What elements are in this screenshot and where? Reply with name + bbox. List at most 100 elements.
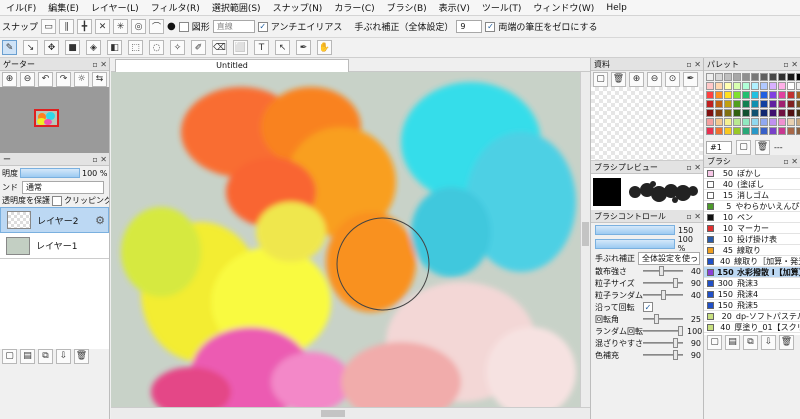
brush-size-bar[interactable]: [595, 225, 675, 235]
panel-controls-icon[interactable]: ▫ ✕: [783, 60, 800, 69]
menu-file[interactable]: イル(F): [0, 1, 42, 14]
snap-cross-icon[interactable]: ╋: [77, 19, 93, 34]
palette-swatch[interactable]: [733, 100, 741, 108]
palette-swatch[interactable]: [715, 100, 723, 108]
brush-list-item[interactable]: 150 飛沫5: [704, 300, 800, 311]
palette-swatch[interactable]: [751, 109, 759, 117]
palette-swatch[interactable]: [715, 127, 723, 135]
menu-window[interactable]: ウィンドウ(W): [527, 1, 600, 14]
menu-view[interactable]: 表示(V): [433, 1, 476, 14]
flip-icon[interactable]: ⇆: [92, 71, 107, 87]
new-folder-icon[interactable]: ▤: [20, 348, 35, 364]
palette-swatch[interactable]: [733, 73, 741, 81]
palette-index-select[interactable]: #1: [706, 140, 732, 154]
brush-param-slider[interactable]: [643, 278, 683, 288]
snap-off-icon[interactable]: ▭: [41, 19, 57, 34]
palette-swatch[interactable]: [787, 82, 795, 90]
menu-color[interactable]: カラー(C): [328, 1, 380, 14]
palette-swatch[interactable]: [778, 118, 786, 126]
eyedrop-icon[interactable]: ✒: [683, 71, 698, 87]
palette-swatch[interactable]: [787, 91, 795, 99]
palette-swatch[interactable]: [769, 91, 777, 99]
delete-brush-icon[interactable]: 🗑: [779, 334, 794, 350]
palette-swatch[interactable]: [706, 91, 714, 99]
pressure-checkbox[interactable]: ✓: [485, 21, 496, 32]
slider-knob[interactable]: [673, 350, 678, 360]
stabilizer-select[interactable]: 9: [456, 20, 483, 33]
palette-swatch[interactable]: [760, 109, 768, 117]
palette-swatch[interactable]: [724, 82, 732, 90]
arrow-tool-icon[interactable]: ↘: [23, 40, 38, 55]
zoom-in-icon[interactable]: ⊕: [2, 71, 17, 87]
palette-swatch[interactable]: [769, 127, 777, 135]
palette-swatch[interactable]: [787, 127, 795, 135]
palette-swatch[interactable]: [706, 82, 714, 90]
drawing-canvas[interactable]: [111, 72, 580, 407]
palette-swatch[interactable]: [778, 91, 786, 99]
palette-swatch[interactable]: [724, 109, 732, 117]
palette-swatch[interactable]: [742, 109, 750, 117]
zoom-in-icon[interactable]: ⊕: [629, 71, 644, 87]
menu-brush[interactable]: ブラシ(B): [381, 1, 433, 14]
rect-select-icon[interactable]: ⬚: [128, 40, 143, 55]
palette-swatch[interactable]: [760, 118, 768, 126]
brush-list-item[interactable]: 10 投げ掛け表: [704, 234, 800, 245]
brush-list-item[interactable]: 300 飛沫3: [704, 278, 800, 289]
magic-wand-icon[interactable]: ✧: [170, 40, 185, 55]
palette-swatch[interactable]: [715, 118, 723, 126]
delete-material-icon[interactable]: 🗑: [611, 71, 626, 87]
operation-tool-icon[interactable]: ↖: [275, 40, 290, 55]
palette-swatch[interactable]: [715, 82, 723, 90]
eyedropper-icon[interactable]: ✒: [296, 40, 311, 55]
slider-knob[interactable]: [659, 266, 664, 276]
palette-swatch[interactable]: [733, 91, 741, 99]
menu-help[interactable]: Help: [600, 3, 633, 13]
palette-swatch[interactable]: [769, 73, 777, 81]
palette-swatch[interactable]: [787, 73, 795, 81]
panel-controls-icon[interactable]: ▫ ✕: [783, 157, 800, 166]
fit-view-icon[interactable]: ⊙: [665, 71, 680, 87]
merge-layer-icon[interactable]: ⇩: [56, 348, 71, 364]
slider-knob[interactable]: [673, 278, 678, 288]
navigator-view[interactable]: [0, 87, 109, 153]
open-material-icon[interactable]: ▢: [593, 71, 608, 87]
rotate-right-icon[interactable]: ↷: [56, 71, 71, 87]
snap-circle-icon[interactable]: ◎: [131, 19, 147, 34]
layer-opacity-bar[interactable]: [20, 168, 80, 178]
tab-untitled[interactable]: Untitled: [115, 59, 349, 72]
palette-swatch[interactable]: [796, 100, 800, 108]
palette-swatch[interactable]: [760, 73, 768, 81]
vertical-scrollbar[interactable]: [580, 72, 590, 407]
brush-opacity-bar[interactable]: [595, 239, 675, 249]
palette-swatch[interactable]: [733, 82, 741, 90]
import-brush-icon[interactable]: ▤: [725, 334, 740, 350]
palette-swatch[interactable]: [778, 73, 786, 81]
palette-swatch[interactable]: [724, 127, 732, 135]
panel-controls-icon[interactable]: ▫ ✕: [686, 212, 703, 221]
brush-list-item[interactable]: 150 飛沫4: [704, 289, 800, 300]
figure-checkbox[interactable]: [178, 21, 189, 32]
palette-swatch[interactable]: [769, 100, 777, 108]
palette-swatch[interactable]: [751, 100, 759, 108]
palette-swatch[interactable]: [724, 91, 732, 99]
lasso-select-icon[interactable]: ◌: [149, 40, 164, 55]
brush-stabilizer-select[interactable]: 全体設定を使っ: [638, 251, 700, 265]
palette-swatch[interactable]: [742, 127, 750, 135]
new-brush-icon[interactable]: ▢: [707, 334, 722, 350]
brush-list-item[interactable]: 40厚塗り_01【スクリー: [704, 322, 800, 333]
brush-list-item[interactable]: 45 線取り: [704, 245, 800, 256]
rotate-along-checkbox[interactable]: ✓: [643, 302, 653, 312]
pen-tool-icon[interactable]: ✎: [2, 40, 17, 55]
palette-swatch[interactable]: [733, 109, 741, 117]
palette-swatch[interactable]: [742, 82, 750, 90]
layer-item[interactable]: レイヤー2 ⚙: [0, 207, 109, 233]
fill-color-icon[interactable]: ■: [65, 40, 80, 55]
rotate-left-icon[interactable]: ↶: [38, 71, 53, 87]
text-tool-icon[interactable]: T: [254, 40, 269, 55]
brush-list-item[interactable]: 10 マーカー: [704, 223, 800, 234]
copy-brush-icon[interactable]: ⧉: [743, 334, 758, 350]
panel-controls-icon[interactable]: ▫ ✕: [686, 163, 703, 172]
palette-swatch[interactable]: [706, 109, 714, 117]
palette-swatch[interactable]: [706, 73, 714, 81]
gear-icon[interactable]: ⚙: [95, 214, 108, 227]
